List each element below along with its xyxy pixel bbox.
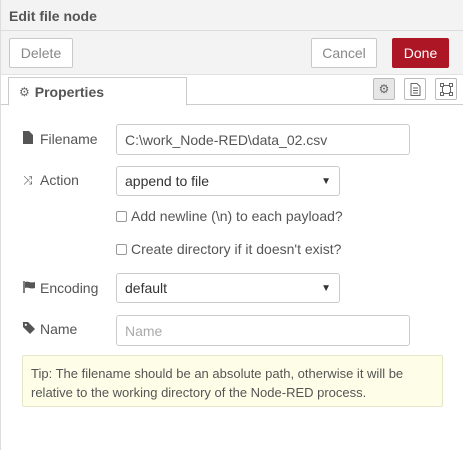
tab-bar: ⚙ Properties ⚙: [1, 75, 463, 106]
add-newline-checkbox[interactable]: [116, 210, 127, 222]
name-placeholder: Name: [125, 322, 163, 339]
cancel-button[interactable]: Cancel: [311, 38, 377, 68]
tray-toolbar: Delete Cancel Done: [1, 31, 463, 75]
tip-text: Tip: The filename should be an absolute …: [31, 366, 404, 400]
tab-properties-label: Properties: [34, 83, 105, 100]
create-dir-checkbox[interactable]: [116, 243, 127, 255]
settings-tab-button[interactable]: ⚙: [373, 78, 395, 100]
gear-icon: ⚙: [378, 82, 390, 96]
add-newline-label: Add newline (\n) to each payload?: [131, 208, 343, 224]
encoding-value: default: [125, 280, 168, 296]
encoding-select[interactable]: default ▼: [116, 273, 340, 303]
description-icon: [410, 82, 420, 96]
filename-label: Filename: [23, 131, 98, 147]
encoding-label: Encoding: [23, 280, 98, 296]
filename-input[interactable]: C:\work_Node-RED\data_02.csv: [116, 124, 410, 155]
action-label-text: Action: [40, 172, 79, 188]
filename-label-text: Filename: [40, 131, 98, 147]
chevron-down-icon: ▼: [321, 282, 331, 294]
flag-icon: [23, 280, 37, 296]
name-label-text: Name: [40, 321, 78, 337]
tray-header: Edit file node: [1, 0, 463, 31]
gear-icon: ⚙: [19, 84, 30, 99]
tag-icon: [23, 321, 37, 337]
shuffle-icon: ⤨: [23, 172, 33, 187]
edit-tray: Edit file node Delete Cancel Done ⚙ Prop…: [0, 0, 463, 450]
done-button[interactable]: Done: [392, 38, 449, 68]
chevron-down-icon: ▼: [321, 175, 331, 187]
create-dir-label: Create directory if it doesn't exist?: [131, 241, 342, 257]
action-value: append to file: [125, 173, 210, 189]
name-input[interactable]: Name: [116, 315, 410, 346]
file-icon: [23, 131, 37, 147]
filename-value: C:\work_Node-RED\data_02.csv: [125, 131, 328, 148]
action-select[interactable]: append to file ▼: [116, 166, 340, 196]
description-tab-button[interactable]: [404, 78, 426, 100]
tip-box: Tip: The filename should be an absolute …: [22, 355, 443, 407]
encoding-label-text: Encoding: [40, 280, 99, 296]
appearance-icon: [439, 82, 453, 96]
create-dir-option[interactable]: Create directory if it doesn't exist?: [116, 241, 341, 257]
name-label: Name: [23, 321, 77, 337]
delete-button[interactable]: Delete: [9, 38, 73, 68]
add-newline-option[interactable]: Add newline (\n) to each payload?: [116, 208, 343, 224]
action-label: ⤨ Action: [23, 172, 79, 188]
appearance-tab-button[interactable]: [435, 78, 457, 100]
dialog-title: Edit file node: [9, 8, 97, 24]
tab-properties[interactable]: ⚙ Properties: [8, 77, 187, 106]
